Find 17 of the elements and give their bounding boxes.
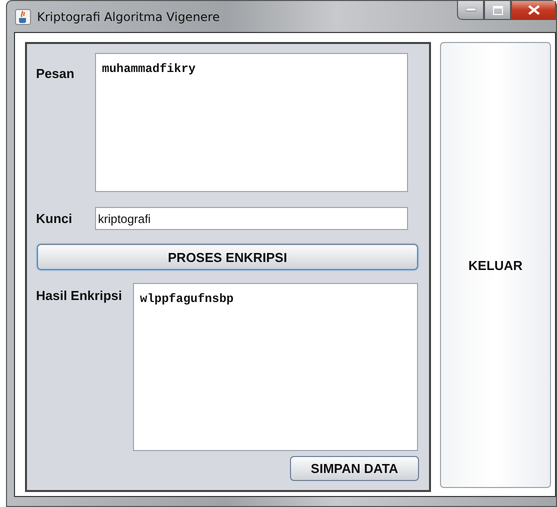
message-textarea[interactable]: muhammadfikry (95, 53, 408, 192)
cup-icon (15, 8, 31, 24)
field-label: Pesan (36, 65, 76, 83)
maximize-button[interactable] (484, 1, 511, 20)
maximize-icon (492, 6, 502, 14)
window-title: Kriptografi Algoritma Vigenere (37, 10, 220, 24)
close-icon (528, 5, 540, 15)
result-textarea[interactable]: wlppfagufnsbp (133, 283, 418, 451)
field-label: Kunci (36, 211, 74, 226)
field-label: Hasil Enkripsi (36, 287, 123, 305)
encrypt-button[interactable]: PROSES ENKRIPSI (37, 244, 418, 270)
minimize-button[interactable] (457, 1, 484, 20)
close-button[interactable] (511, 1, 556, 20)
minimize-icon (466, 8, 476, 12)
key-input[interactable]: kriptografi (95, 207, 408, 230)
exit-button[interactable]: KELUAR (440, 42, 551, 488)
save-button[interactable]: SIMPAN DATA (290, 456, 419, 481)
